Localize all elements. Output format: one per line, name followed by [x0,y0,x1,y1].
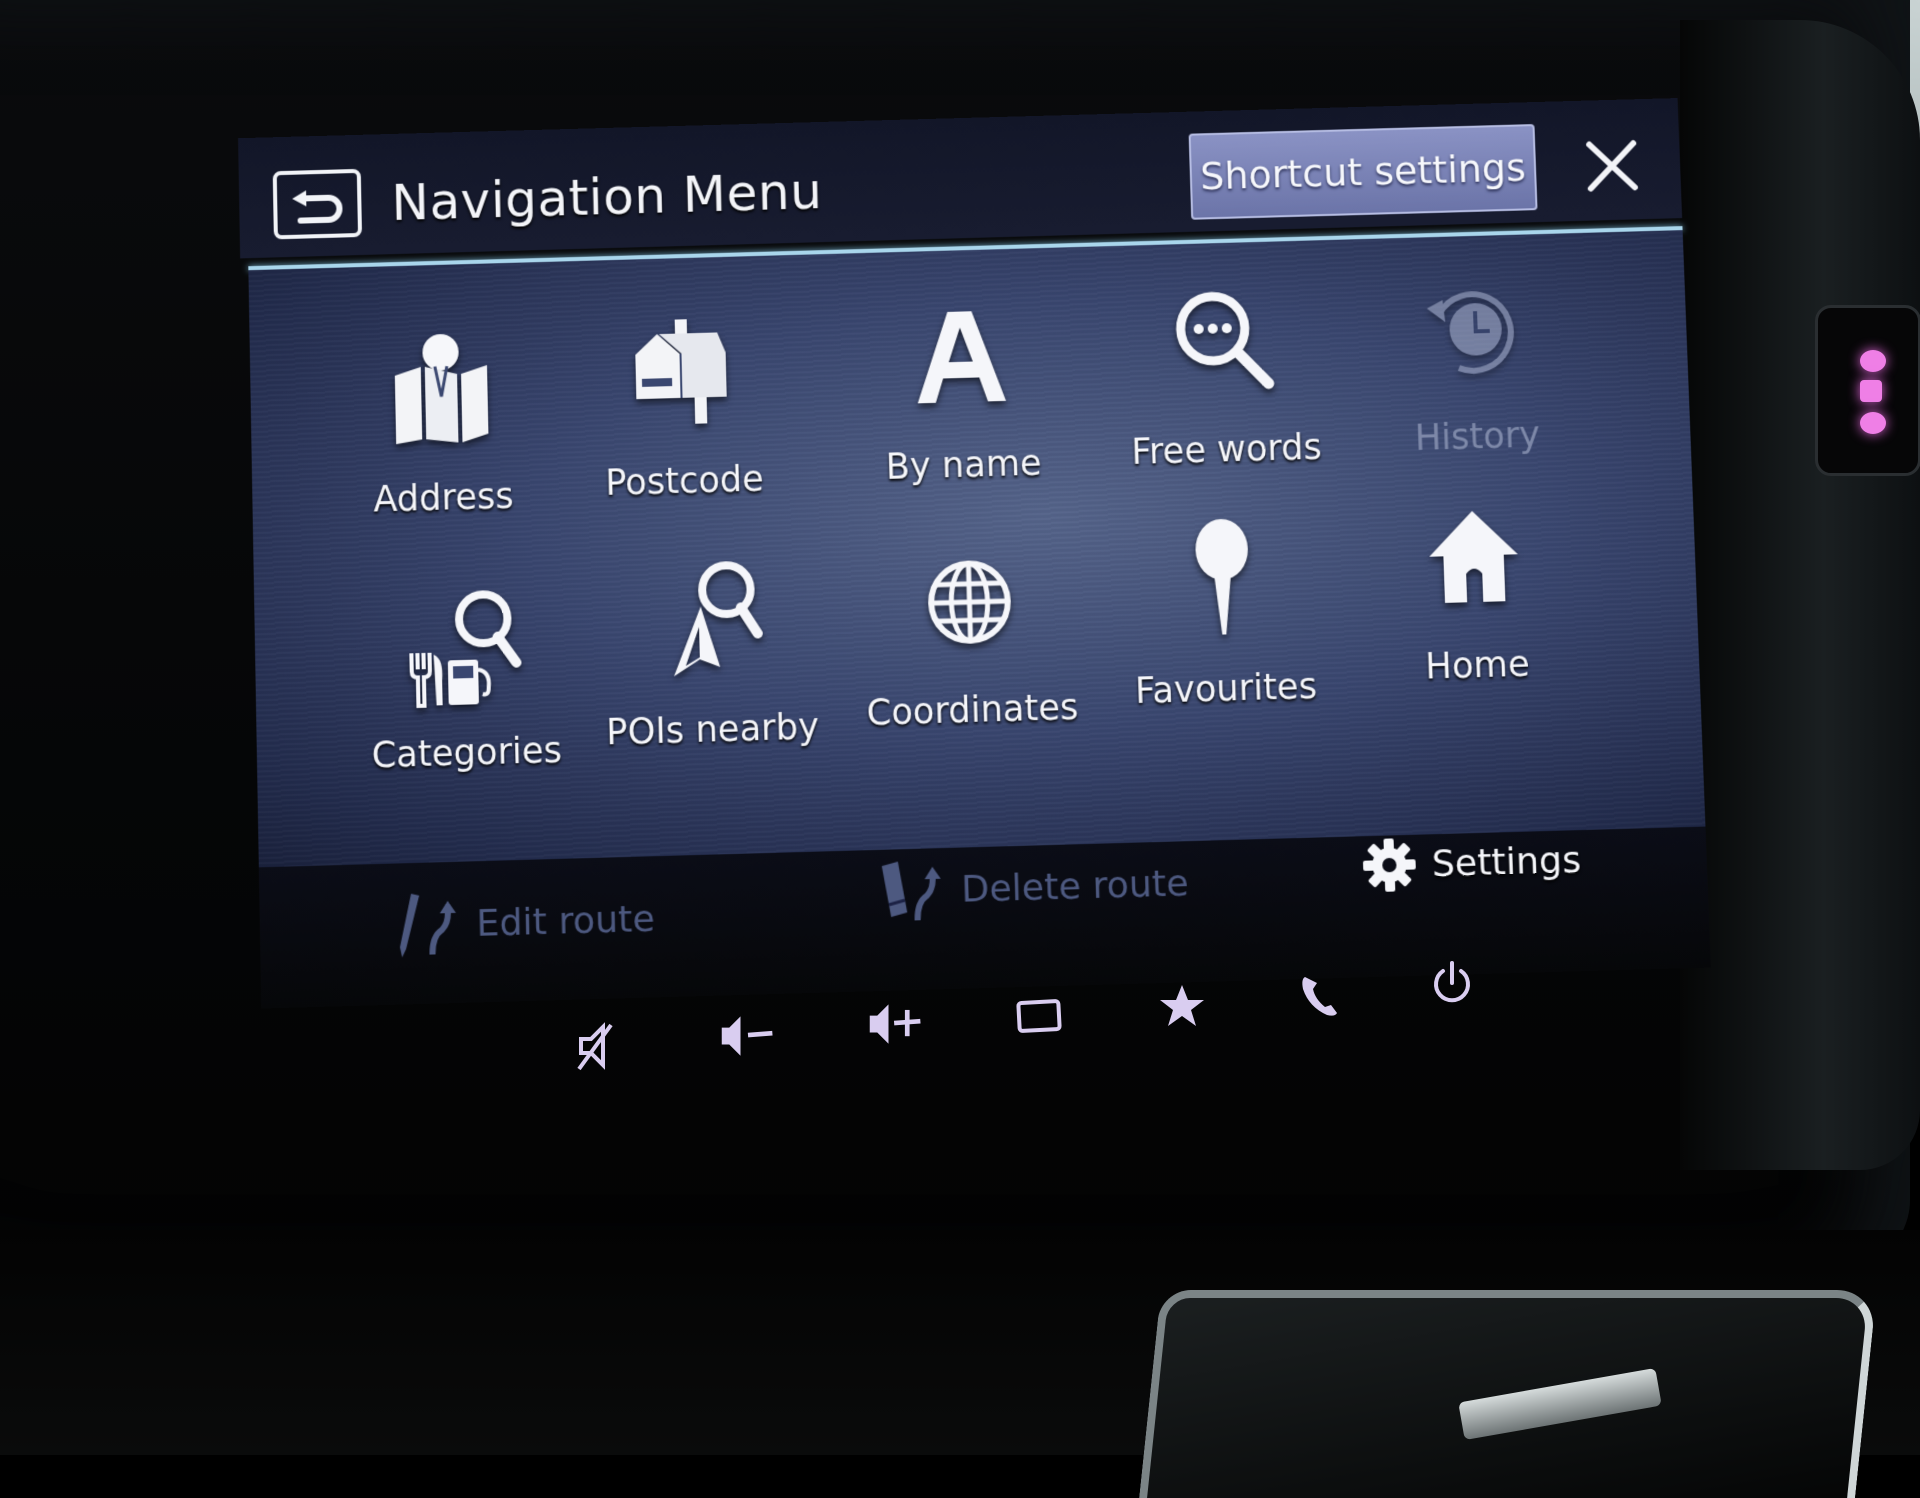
menu-item-label: POIs nearby [605,706,820,754]
settings-button[interactable]: Settings [1360,824,1582,902]
settings-label: Settings [1431,838,1582,885]
poi-nearby-icon [643,554,777,689]
indicator-led [1860,380,1882,402]
menu-item-label: Home [1424,644,1531,688]
menu-item-label: Favourites [1134,666,1318,713]
mute-button[interactable] [568,1016,628,1076]
menu-item-label: Categories [371,730,563,777]
display-icon [1016,999,1062,1033]
phone-button[interactable] [1290,966,1350,1026]
menu-item-label: Address [373,476,514,521]
menu-item-postcode[interactable]: Postcode [550,285,817,544]
menu-item-free-words[interactable]: Free words [1090,253,1359,512]
home-icon [1406,490,1541,625]
history-icon [1406,262,1541,396]
menu-item-favourites[interactable]: Favourites [1089,491,1359,752]
delete-route-label: Delete route [960,862,1190,911]
star-icon [1160,985,1204,1026]
phone-icon [1302,977,1337,1016]
menu-item-label: Coordinates [866,687,1080,734]
menu-item-history[interactable]: History [1340,240,1610,499]
delete-route-icon [881,861,948,928]
menu-item-label: By name [885,443,1043,489]
bezel-right-edge [1680,20,1920,1170]
back-button[interactable] [272,168,363,240]
back-arrow-icon [291,190,342,224]
volume-up-button[interactable] [866,994,926,1054]
display-button[interactable] [1010,986,1070,1046]
menu-item-by-name[interactable]: By name [828,269,1096,528]
menu-item-label: Free words [1130,427,1323,474]
side-indicator-panel [1815,305,1920,476]
edit-route-icon [398,893,463,962]
menu-item-label: Postcode [604,459,765,504]
indicator-led [1860,412,1886,434]
delete-route-button[interactable]: Delete route [875,847,1189,927]
menu-item-home[interactable]: Home [1340,468,1611,729]
gear-icon [1362,838,1416,892]
infotainment-screen: Navigation Menu Shortcut settings Addres… [238,98,1721,1009]
shortcut-settings-button[interactable]: Shortcut settings [1188,124,1538,220]
globe-icon [902,534,1037,669]
volume-up-icon [869,1004,921,1044]
letter-a-icon [894,291,1028,425]
mailbox-icon [615,307,749,441]
menu-item-address[interactable]: Address [309,301,575,560]
close-button[interactable] [1579,133,1645,199]
categories-icon [398,577,532,713]
close-icon [1579,133,1645,199]
power-button[interactable] [1422,954,1482,1014]
volume-down-button[interactable] [718,1006,778,1066]
menu-item-pois-nearby[interactable]: POIs nearby [577,532,845,793]
edit-route-label: Edit route [475,897,656,945]
mute-icon [577,1022,613,1071]
edit-route-button[interactable]: Edit route [391,883,656,962]
menu-item-coordinates[interactable]: Coordinates [836,512,1105,773]
search-dots-icon [1156,275,1290,409]
volume-down-icon [721,1016,773,1056]
menu-item-label: History [1414,415,1541,460]
favorite-button[interactable] [1152,976,1212,1036]
menu-grid: Address Postcode By name Free words Hist… [248,230,1706,868]
pushpin-icon [1155,513,1290,648]
indicator-led [1860,350,1886,372]
power-icon [1434,961,1470,1003]
map-pin-icon [375,323,508,458]
page-title: Navigation Menu [390,161,823,233]
menu-item-categories[interactable]: Categories [332,555,599,816]
